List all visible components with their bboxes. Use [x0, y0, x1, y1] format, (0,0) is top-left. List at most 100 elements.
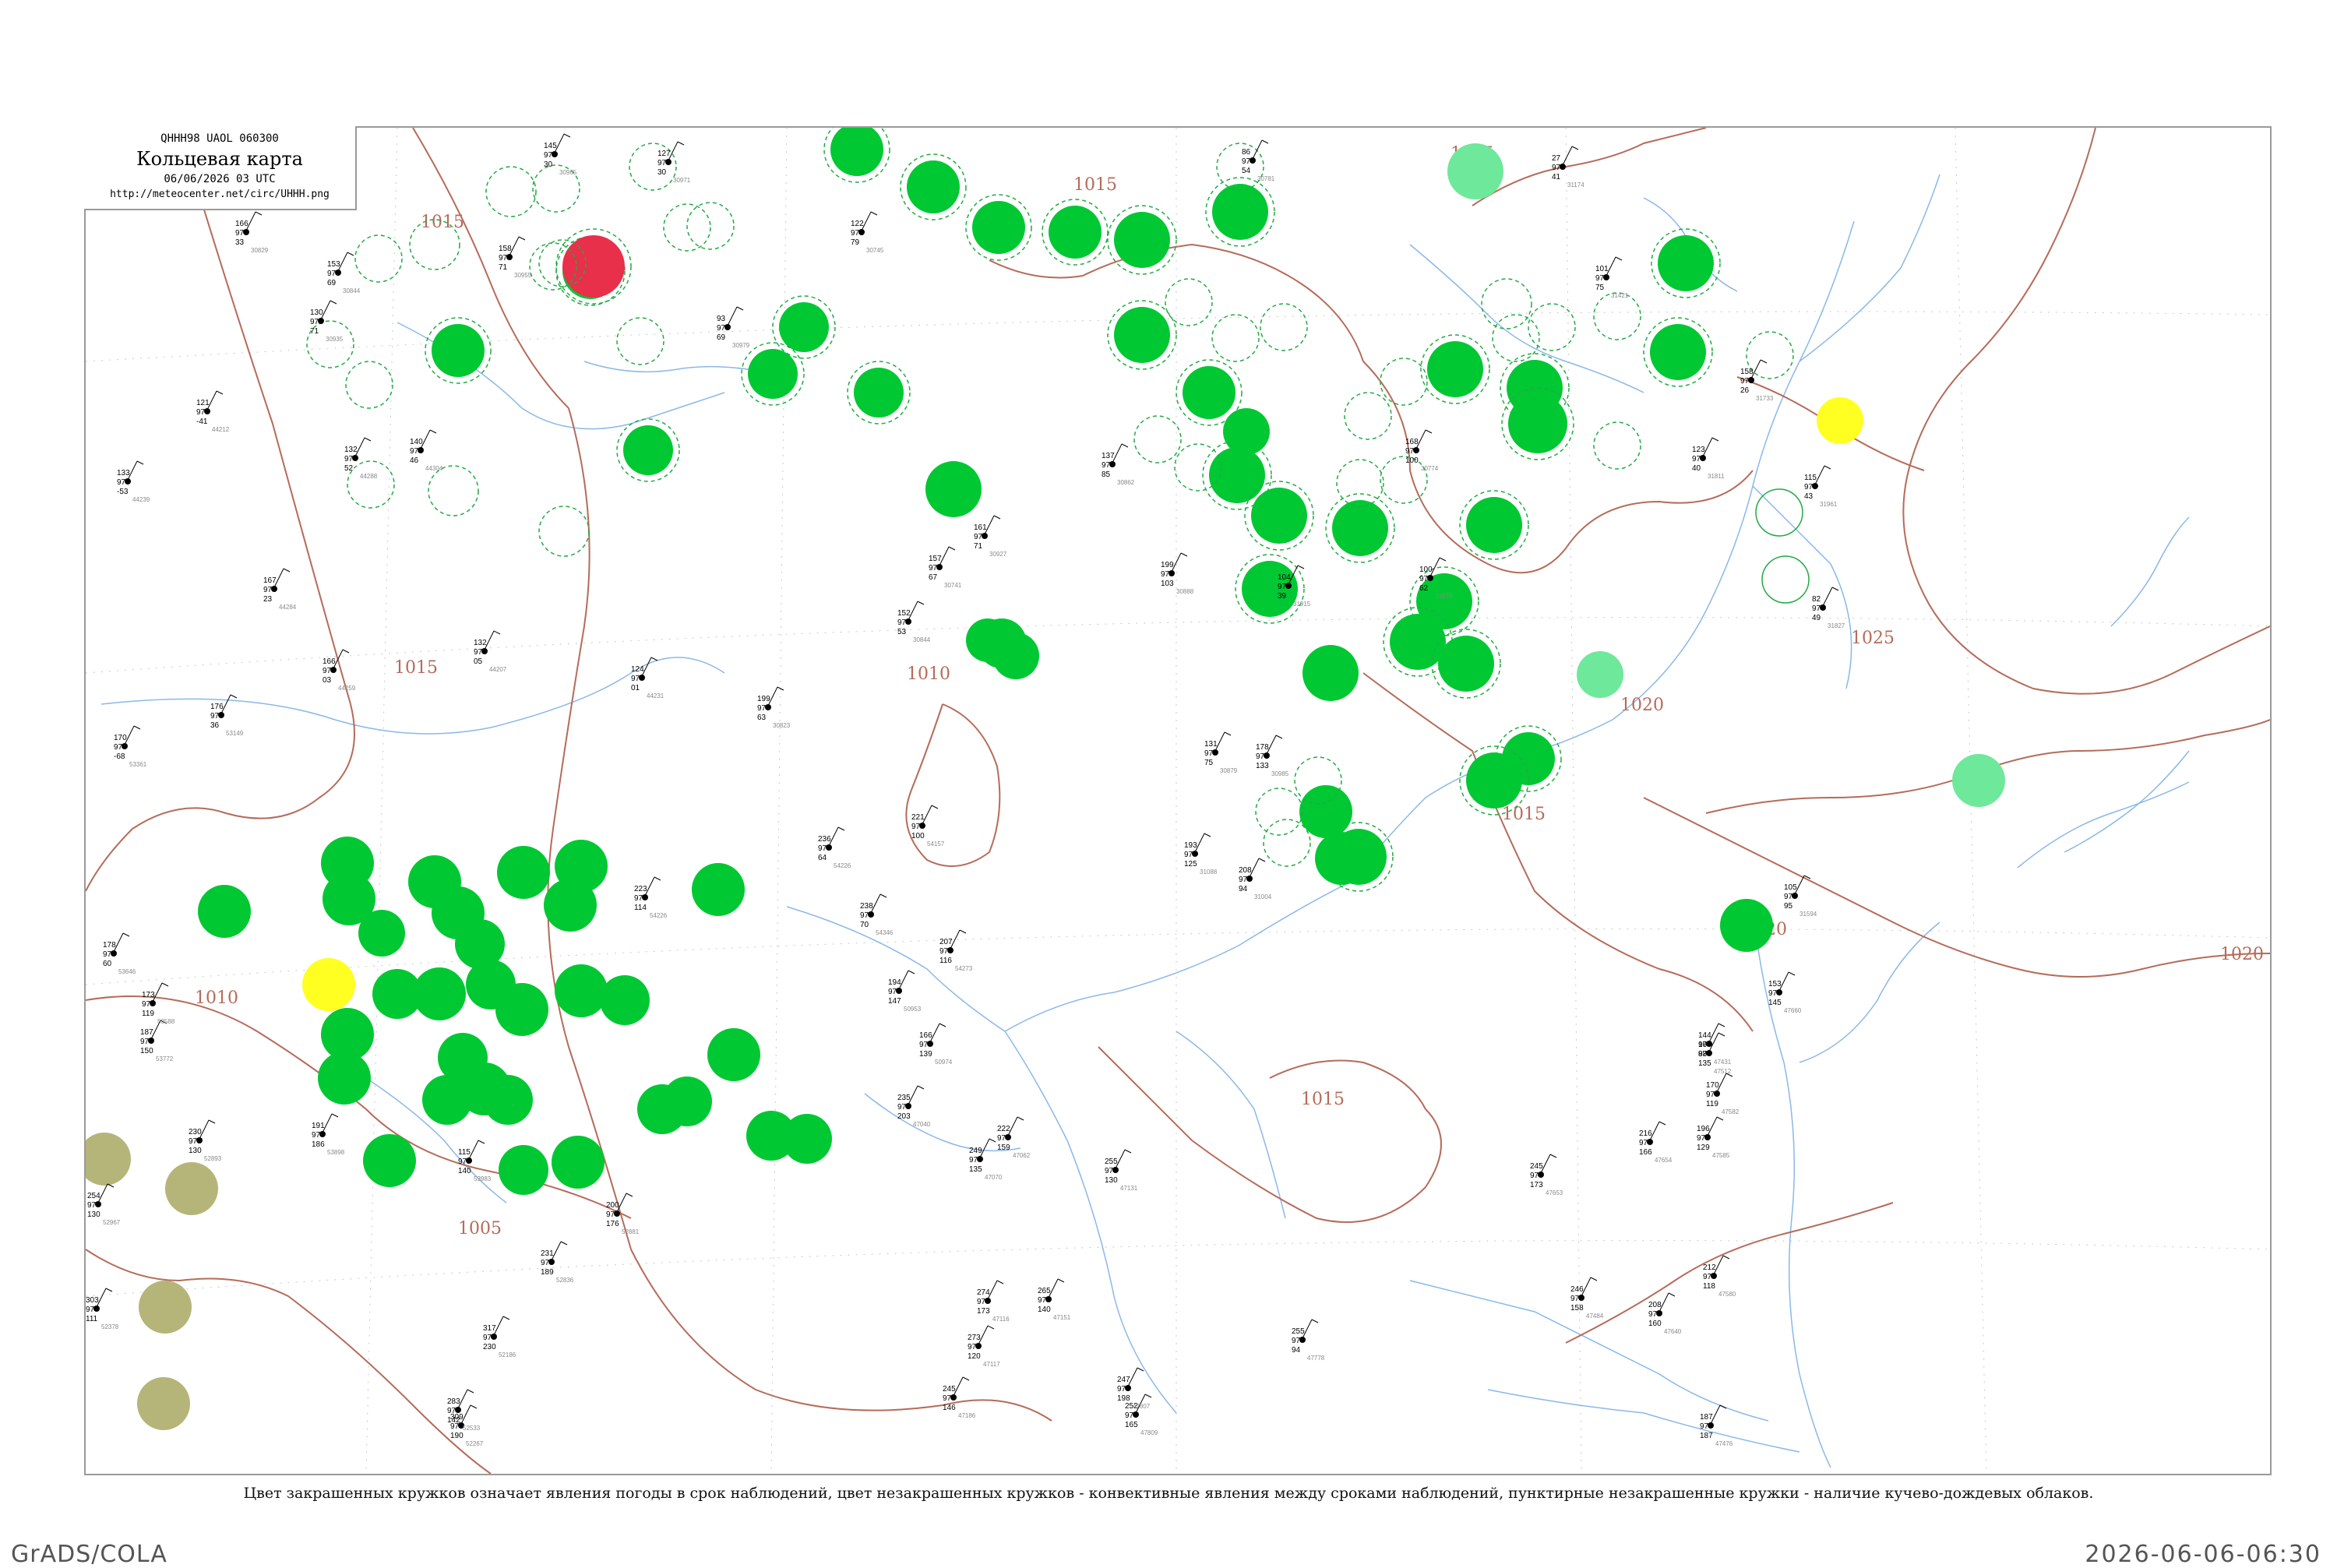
station-plot[interactable]: 1249701 44231 [631, 657, 664, 699]
station-plot[interactable]: 1379785 30862 [1102, 443, 1135, 486]
station-plot[interactable]: 1669713950974 [919, 1023, 953, 1066]
station-plot[interactable]: 2559713047131 [1105, 1149, 1138, 1192]
station-pressure: 122 [851, 220, 864, 228]
station-plot[interactable]: 1019775 31421 [1595, 256, 1629, 299]
rain-weather-circle [830, 128, 883, 176]
station-plot[interactable]: 1679723 44284 [263, 568, 297, 611]
station-plot[interactable]: 2469715847484 [1570, 1277, 1604, 1320]
station-plot[interactable]: 2089716047640 [1648, 1292, 1682, 1335]
station-plot[interactable]: 1789713330985 [1256, 735, 1289, 777]
station-dot-icon [1560, 164, 1566, 170]
station-dewpoint: 97 [1530, 1172, 1539, 1180]
station-plot[interactable]: 1999763 30823 [757, 686, 791, 729]
station-dot-icon [1299, 1337, 1306, 1343]
station-plot[interactable]: 1329705 44207 [474, 630, 507, 673]
station-id: 30935 [326, 336, 344, 343]
station-plot[interactable]: 1229779 30745 [851, 211, 884, 254]
station-plot[interactable]: 2389770 54346 [860, 893, 894, 936]
station-plot[interactable]: 17097119 47582 [1706, 1073, 1740, 1115]
station-plot[interactable]: 12197-41 44212 [196, 390, 230, 433]
station-plot[interactable]: 1789760 53646 [103, 932, 136, 975]
station-plot[interactable]: 829749 31827 [1812, 587, 1845, 629]
station-plot[interactable]: 2459714647186 [943, 1376, 976, 1419]
station-plot[interactable]: 2319718952836 [541, 1241, 574, 1284]
map-caption: Цвет закрашенных кружков означает явлени… [243, 1485, 2094, 1502]
station-plot[interactable]: 2239711454226 [634, 876, 668, 919]
station-plot[interactable]: 1949714750953 [888, 970, 922, 1013]
station-pressure: 153 [327, 260, 340, 269]
station-pressure: 173 [142, 991, 155, 999]
station-plot[interactable]: 2089794 31004 [1239, 858, 1272, 900]
station-plot[interactable]: 3179723052186 [483, 1316, 516, 1358]
station-plot[interactable]: 1589726 31733 [1740, 359, 1774, 402]
station-plot[interactable]: 939769 30979 [717, 306, 750, 349]
station-plot[interactable]: 2459717347653 [1530, 1154, 1563, 1196]
station-plot[interactable]: 279741 31174 [1552, 146, 1584, 189]
station-plot[interactable]: 2309713052893 [189, 1119, 222, 1162]
source-url[interactable]: http://meteocenter.net/circ/UHHH.png [84, 189, 355, 200]
convective-ring [1761, 555, 1810, 604]
station-plot[interactable]: 2169716647654 [1639, 1121, 1673, 1164]
station-id: 47580 [1718, 1291, 1736, 1298]
station-plot[interactable]: 2369764 54226 [818, 826, 851, 869]
station-plot[interactable]: 1879715053772 [140, 1020, 174, 1062]
station-plot[interactable]: 2749717347116 [977, 1280, 1010, 1323]
station-value: 05 [474, 657, 483, 666]
station-dewpoint: 97 [943, 1394, 952, 1403]
station-dewpoint: 97 [312, 1131, 321, 1140]
station-plot[interactable]: 1969712947585 [1697, 1116, 1730, 1159]
station-plot[interactable]: 1739711953588 [142, 982, 175, 1025]
station-value: 130 [189, 1147, 202, 1155]
isobar-label: 1015 [421, 213, 464, 232]
station-pressure: 158 [1740, 368, 1754, 376]
station-dewpoint: 97 [1239, 876, 1248, 884]
station-plot[interactable]: 2219710054157 [911, 805, 945, 847]
station-pressure: 137 [1102, 452, 1115, 460]
station-plot[interactable]: 1159714053983 [458, 1140, 492, 1182]
station-plot[interactable]: 1919718653898 [312, 1113, 345, 1156]
station-plot[interactable]: 1589771 30955 [499, 236, 532, 279]
station-dot-icon [1005, 1134, 1011, 1140]
station-plot[interactable]: 1939712531088 [1184, 833, 1218, 876]
station-plot[interactable]: 2479719847807 [1117, 1367, 1151, 1410]
station-plot[interactable]: 1239740 31811 [1692, 437, 1725, 480]
station-id: 52378 [101, 1323, 119, 1330]
station-dot-icon [455, 1407, 461, 1413]
station-plot[interactable]: 1669733 30829 [235, 211, 269, 254]
station-value: 49 [1812, 614, 1821, 622]
station-plot[interactable]: 1579767 30741 [929, 546, 962, 589]
station-dot-icon [1706, 1041, 1712, 1047]
station-plot[interactable]: 2559794 47778 [1292, 1319, 1325, 1362]
station-dot-icon [1045, 1296, 1052, 1302]
station-id: 31421 [1611, 292, 1629, 299]
station-plot[interactable]: 13397-5344239 [117, 460, 150, 503]
station-plot[interactable]: 2549713052967 [87, 1183, 121, 1226]
station-plot[interactable]: 1999710330888 [1161, 552, 1194, 595]
station-plot[interactable]: 1319775 30879 [1204, 731, 1238, 774]
station-plot[interactable]: 1879718747476 [1700, 1404, 1733, 1447]
station-plot[interactable]: 2739712047117 [968, 1325, 1000, 1368]
rain-weather-circle [1438, 636, 1494, 692]
station-plot[interactable]: 1619771 30927 [974, 515, 1007, 558]
station-id: 30927 [989, 551, 1007, 558]
station-plot[interactable]: 2359720347040 [897, 1085, 931, 1128]
station-dot-icon [1704, 1134, 1711, 1140]
station-pressure: 187 [1700, 1413, 1713, 1422]
station-plot[interactable]: 3039711152378 [86, 1288, 119, 1330]
station-plot[interactable]: 1529753 30844 [897, 601, 931, 643]
station-dot-icon [919, 823, 925, 829]
station-dot-icon [1112, 1167, 1119, 1173]
station-plot[interactable]: 2229715947062 [997, 1116, 1031, 1159]
station-plot[interactable]: 17097-68 53361 [114, 725, 147, 768]
station-plot[interactable]: 1459730 30965 [544, 133, 577, 176]
station-plot[interactable]: 2079711654273 [939, 929, 973, 972]
station-plot[interactable]: 2659714047151 [1038, 1278, 1071, 1321]
station-plot[interactable]: 1159743 31961 [1804, 465, 1838, 508]
station-plot[interactable]: 1539714547660 [1768, 971, 1802, 1014]
station-value: 125 [1184, 860, 1197, 869]
station-plot[interactable]: 1409746 44304 [410, 429, 443, 472]
station-plot[interactable]: 1279730 30971 [657, 141, 691, 184]
rain-weather-circle [1209, 447, 1265, 503]
station-plot[interactable]: 1329752 44288 [344, 437, 378, 480]
station-plot[interactable]: 869754 30781 [1242, 139, 1275, 182]
